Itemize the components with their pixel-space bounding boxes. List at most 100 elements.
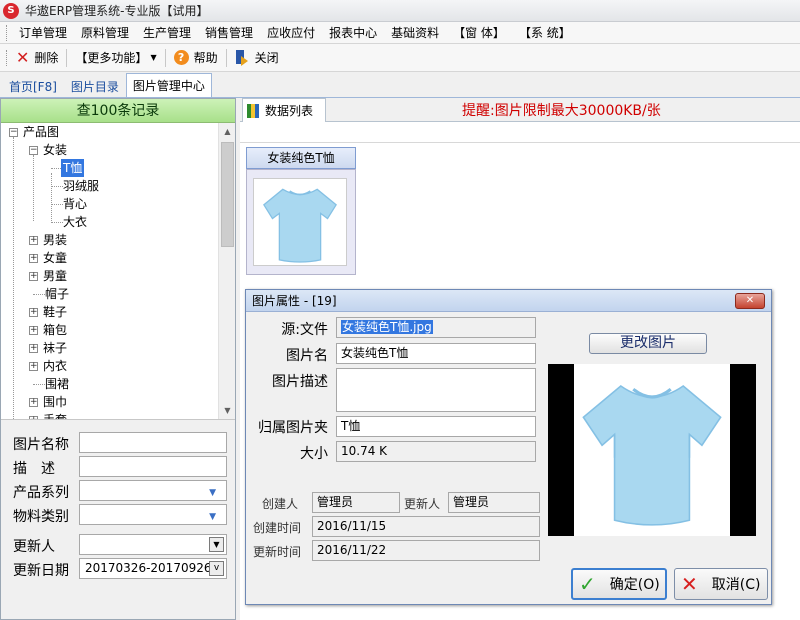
- chevron-down-icon[interactable]: ▼: [209, 484, 216, 503]
- filter-row-desc: 描 述: [1, 456, 235, 478]
- filter-row-name: 图片名称: [1, 432, 235, 454]
- delete-button[interactable]: ✕ 删除: [12, 47, 62, 69]
- expand-icon[interactable]: +: [29, 235, 38, 245]
- chevron-down-icon[interactable]: ▼: [209, 508, 216, 527]
- scroll-down-icon[interactable]: ▼: [219, 402, 235, 419]
- menu-finance[interactable]: 应收应付: [260, 22, 322, 44]
- dialog-titlebar: 图片属性 - [19] ✕: [246, 290, 771, 312]
- cancel-button[interactable]: ✕ 取消(C): [674, 568, 768, 600]
- thumbnail-caption[interactable]: 女装纯色T恤: [246, 147, 356, 169]
- help-button[interactable]: ? 帮助: [170, 47, 222, 69]
- source-file-field[interactable]: 女装纯色T恤.jpg: [336, 317, 536, 338]
- delete-label: 删除: [34, 51, 59, 65]
- calendar-dropdown-icon[interactable]: v: [209, 561, 224, 576]
- tab-image-center[interactable]: 图片管理中心: [125, 73, 212, 97]
- expand-icon[interactable]: +: [29, 397, 38, 407]
- toolbar-separator: [164, 48, 166, 67]
- tree-node-hat[interactable]: 帽子: [45, 285, 69, 303]
- tree-node-label: 帽子: [45, 287, 70, 301]
- menu-reports[interactable]: 报表中心: [322, 22, 384, 44]
- tree-node-apron[interactable]: 围裙: [45, 375, 69, 393]
- updater-label: 更新人: [404, 497, 441, 511]
- more-functions-button[interactable]: 【更多功能】 ▼: [71, 47, 160, 69]
- menu-system[interactable]: 【系 统】: [512, 22, 578, 44]
- size-label: 大小: [300, 446, 328, 462]
- tab-home[interactable]: 首页[F8]: [2, 75, 64, 97]
- left-panel: 查100条记录 − 产品图 − 女装 T恤 羽绒服 背心 大衣 + 男装 + 女…: [0, 98, 236, 620]
- thumbnail-card[interactable]: [246, 169, 356, 275]
- tree-node-label: 产品图: [23, 125, 60, 139]
- series-dropdown[interactable]: ▼: [79, 480, 227, 501]
- updater-label: 更新人: [13, 539, 55, 555]
- source-label: 源:文件: [281, 322, 328, 338]
- menu-sales[interactable]: 销售管理: [198, 22, 260, 44]
- cancel-x-icon: ✕: [681, 572, 698, 596]
- tree-node-bags[interactable]: + 箱包: [29, 321, 67, 339]
- menu-basic-data[interactable]: 基础资料: [384, 22, 446, 44]
- date-range-input[interactable]: 20170326-20170926 v: [79, 558, 227, 579]
- menu-orders[interactable]: 订单管理: [12, 22, 74, 44]
- tree-node-socks[interactable]: + 袜子: [29, 339, 67, 357]
- tree-node-down-jacket[interactable]: 羽绒服: [63, 177, 99, 195]
- document-tabs: 首页[F8] 图片目录 图片管理中心: [0, 73, 800, 98]
- close-button[interactable]: 关闭: [231, 47, 283, 69]
- collapse-icon[interactable]: −: [29, 145, 38, 155]
- image-name-label: 图片名: [286, 348, 328, 364]
- toolbar-separator: [225, 48, 227, 67]
- desc-input[interactable]: [79, 456, 227, 477]
- updater-dropdown[interactable]: ▼: [79, 534, 227, 555]
- tree-node-boys[interactable]: + 男童: [29, 267, 67, 285]
- expand-icon[interactable]: +: [29, 307, 38, 317]
- menu-production[interactable]: 生产管理: [136, 22, 198, 44]
- tree-node-tshirt[interactable]: T恤: [61, 159, 85, 177]
- expand-icon[interactable]: +: [29, 271, 38, 281]
- image-name-input[interactable]: 女装纯色T恤: [336, 343, 536, 364]
- tab-data-list[interactable]: 数据列表: [242, 98, 326, 122]
- tree-scrollbar[interactable]: ▲ ▼: [218, 123, 235, 419]
- scroll-thumb[interactable]: [221, 142, 234, 247]
- tree-node-label: 手套: [43, 411, 67, 419]
- tree-node-root[interactable]: − 产品图: [9, 123, 59, 141]
- expand-icon[interactable]: +: [29, 343, 38, 353]
- menu-window[interactable]: 【窗 体】: [446, 22, 512, 44]
- tree-node-coat[interactable]: 大衣: [63, 213, 87, 231]
- expand-icon[interactable]: +: [29, 253, 38, 263]
- book-icon: [247, 103, 259, 118]
- name-input[interactable]: [79, 432, 227, 453]
- toolbar: ✕ 删除 【更多功能】 ▼ ? 帮助 关闭: [0, 44, 800, 72]
- tree-node-underwear[interactable]: + 内衣: [29, 357, 67, 375]
- menu-materials[interactable]: 原料管理: [74, 22, 136, 44]
- tab-image-directory[interactable]: 图片目录: [64, 75, 126, 97]
- tree-node-shoes[interactable]: + 鞋子: [29, 303, 67, 321]
- change-image-button[interactable]: 更改图片: [589, 333, 707, 354]
- tree-node-gloves[interactable]: + 手套: [29, 411, 67, 419]
- tree-node-women[interactable]: − 女装: [29, 141, 67, 159]
- app-logo-icon: S: [3, 2, 19, 19]
- tree-node-vest[interactable]: 背心: [63, 195, 87, 213]
- data-list-label: 数据列表: [265, 104, 314, 118]
- tree-node-girls[interactable]: + 女童: [29, 249, 67, 267]
- created-time-value: 2016/11/15: [312, 516, 540, 537]
- tree-node-scarf[interactable]: + 围巾: [29, 393, 67, 411]
- menubar-grip: [6, 24, 10, 41]
- scroll-up-icon[interactable]: ▲: [219, 123, 235, 140]
- image-desc-textarea[interactable]: [336, 368, 536, 412]
- expand-icon[interactable]: +: [29, 361, 38, 371]
- record-count-header[interactable]: 查100条记录: [1, 99, 235, 123]
- material-dropdown[interactable]: ▼: [79, 504, 227, 525]
- ok-button[interactable]: ✓ 确定(O): [571, 568, 667, 600]
- dialog-close-button[interactable]: ✕: [735, 293, 765, 309]
- filter-row-date: 更新日期 20170326-20170926 v: [1, 558, 235, 580]
- tshirt-image: [263, 188, 337, 263]
- folder-field[interactable]: T恤: [336, 416, 536, 437]
- expand-icon[interactable]: +: [29, 325, 38, 335]
- material-label: 物料类别: [13, 509, 69, 525]
- date-label: 更新日期: [13, 563, 69, 579]
- help-label: 帮助: [193, 51, 218, 65]
- chevron-down-icon[interactable]: ▼: [209, 537, 224, 552]
- tree-node-men[interactable]: + 男装: [29, 231, 67, 249]
- filter-form: 图片名称 描 述 产品系列 ▼ 物料类别 ▼ 更新人 ▼ 更新日期 201703…: [1, 419, 235, 619]
- collapse-icon[interactable]: −: [9, 127, 18, 137]
- close-label: 关闭: [254, 51, 279, 65]
- tree-node-label: 围巾: [43, 395, 68, 409]
